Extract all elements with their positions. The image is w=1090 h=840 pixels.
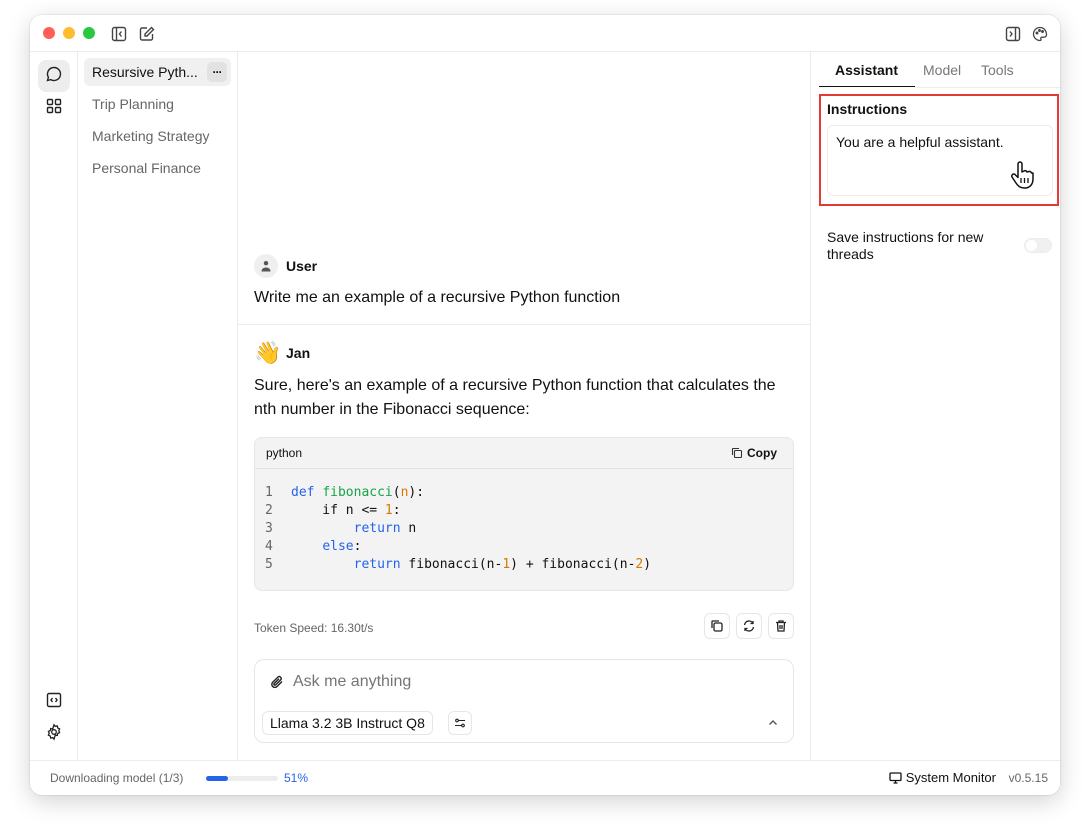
chat-input[interactable] — [293, 670, 773, 694]
thread-item[interactable]: Marketing Strategy — [84, 122, 231, 150]
titlebar — [30, 15, 1060, 52]
maximize-window-button[interactable] — [83, 27, 95, 39]
sender-name: Jan — [286, 345, 311, 361]
thread-item[interactable]: Trip Planning — [84, 90, 231, 118]
status-bar: Downloading model (1/3) 51% System Monit… — [30, 760, 1060, 795]
code-language: python — [266, 446, 303, 460]
copy-label: Copy — [747, 446, 777, 460]
more-options-icon[interactable]: ··· — [207, 62, 227, 82]
copy-code-button[interactable]: Copy — [731, 446, 777, 460]
right-panel: Assistant Model Tools Instructions You a… — [810, 52, 1060, 760]
settings-icon — [45, 722, 63, 746]
toggle-knob — [1026, 240, 1037, 251]
toggle-right-panel-icon[interactable] — [1004, 25, 1022, 43]
new-chat-icon[interactable] — [138, 25, 156, 43]
hand-cursor-icon — [1009, 160, 1035, 195]
collapse-sidebar-icon[interactable] — [110, 25, 128, 43]
chat-icon — [45, 65, 63, 88]
minimize-window-button[interactable] — [63, 27, 75, 39]
token-speed: Token Speed: 16.30t/s — [254, 621, 374, 635]
system-monitor-button[interactable]: System Monitor — [889, 770, 996, 785]
code-icon — [46, 692, 62, 713]
instructions-label: Instructions — [827, 101, 908, 117]
monitor-icon — [889, 771, 902, 784]
copy-icon — [711, 620, 723, 632]
tab-tools[interactable]: Tools — [981, 62, 1014, 78]
app-window: Resursive Pyth... ··· Trip Planning Marke… — [30, 15, 1060, 795]
sliders-icon — [455, 718, 465, 728]
chat-input-box: Llama 3.2 3B Instruct Q8 — [254, 659, 794, 743]
chevron-up-icon[interactable] — [767, 716, 779, 734]
chat-area: User Write me an example of a recursive … — [238, 52, 810, 760]
thread-item[interactable]: Personal Finance — [84, 154, 231, 182]
copy-icon — [731, 447, 743, 459]
refresh-icon — [743, 620, 755, 632]
close-window-button[interactable] — [43, 27, 55, 39]
hub-nav-button[interactable] — [38, 92, 70, 124]
thread-title: Marketing Strategy — [92, 128, 210, 144]
assistant-message: 👋 Jan Sure, here's an example of a recurs… — [254, 340, 794, 422]
local-api-button[interactable] — [38, 686, 70, 718]
wave-icon: 👋 — [254, 340, 282, 365]
thread-title: Trip Planning — [92, 96, 174, 112]
tab-divider — [915, 87, 1060, 88]
chat-nav-button[interactable] — [38, 60, 70, 92]
divider — [238, 324, 810, 325]
user-avatar-icon — [254, 254, 278, 278]
download-progress-fill — [206, 776, 229, 781]
thread-item[interactable]: Resursive Pyth... ··· — [84, 58, 231, 86]
instructions-highlight: Instructions You are a helpful assistant… — [819, 94, 1059, 206]
download-progress-bar — [206, 776, 278, 781]
save-instructions-toggle[interactable] — [1024, 238, 1052, 253]
user-message: User Write me an example of a recursive … — [254, 254, 620, 310]
regenerate-button[interactable] — [736, 613, 762, 639]
download-percent: 51% — [284, 771, 309, 785]
settings-button[interactable] — [38, 718, 70, 750]
code-block: python Copy 1 def fibonacci(n): 2 if n <= … — [254, 437, 794, 591]
grid-icon — [46, 98, 62, 119]
model-selector[interactable]: Llama 3.2 3B Instruct Q8 — [262, 711, 433, 735]
delete-button[interactable] — [768, 613, 794, 639]
thread-title: Resursive Pyth... — [92, 64, 198, 80]
download-status: Downloading model (1/3) — [50, 771, 184, 785]
icon-rail — [30, 52, 78, 760]
sender-name: User — [286, 258, 318, 274]
palette-icon[interactable] — [1031, 25, 1049, 43]
trash-icon — [776, 620, 786, 632]
message-text: Sure, here's an example of a recursive P… — [254, 377, 776, 418]
code-content: 1 def fibonacci(n): 2 if n <= 1: 3 return… — [265, 485, 652, 572]
thread-list: Resursive Pyth... ··· Trip Planning Marke… — [78, 52, 238, 760]
thread-title: Personal Finance — [92, 160, 201, 176]
message-text: Write me an example of a recursive Pytho… — [254, 289, 621, 306]
system-monitor-label: System Monitor — [905, 770, 996, 785]
attach-icon[interactable] — [269, 674, 285, 695]
tab-model[interactable]: Model — [923, 62, 961, 78]
model-settings-button[interactable] — [448, 711, 472, 735]
active-tab-indicator — [819, 86, 915, 87]
copy-message-button[interactable] — [704, 613, 730, 639]
app-version: v0.5.15 — [1008, 771, 1048, 785]
tab-assistant[interactable]: Assistant — [835, 62, 898, 78]
save-instructions-label: Save instructions for new threads — [827, 229, 984, 262]
